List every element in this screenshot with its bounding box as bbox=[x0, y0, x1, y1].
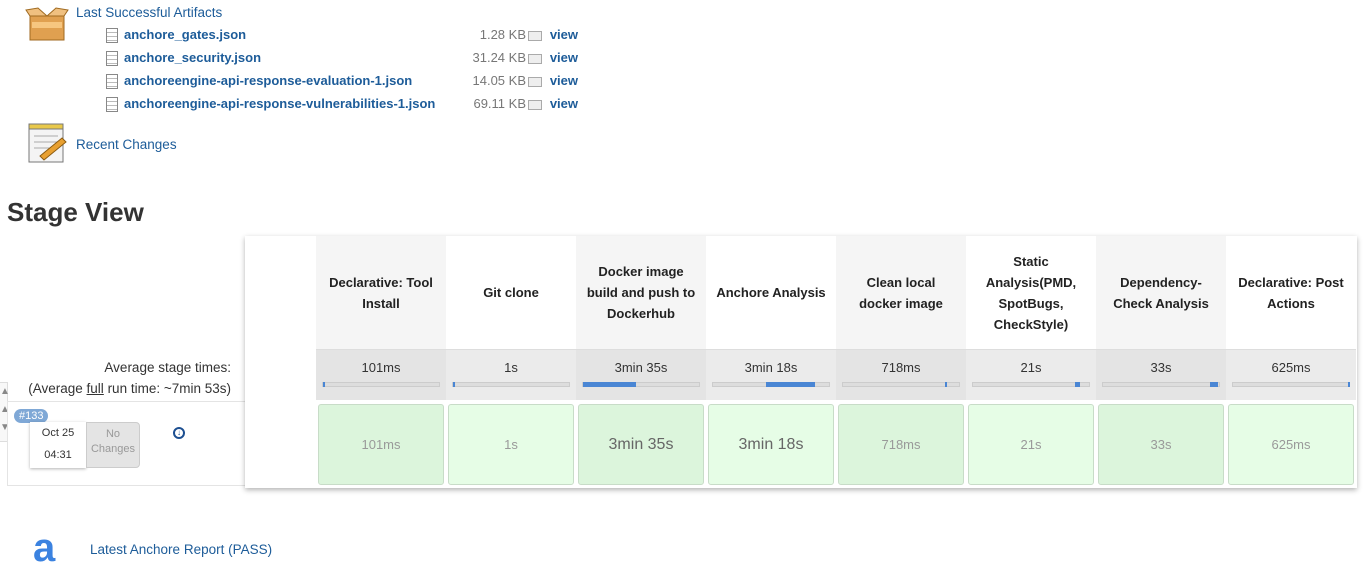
stage-average: 625ms bbox=[1226, 349, 1356, 400]
stage-progress-bar bbox=[1232, 382, 1350, 387]
stage-progress-fill bbox=[1209, 382, 1218, 387]
build-number-badge[interactable]: #133 bbox=[14, 409, 49, 423]
average-full-run-time: (Average full run time: ~7min 53s) bbox=[28, 381, 231, 396]
stage-view-table: Declarative: Tool Install 101ms 101ms Gi… bbox=[245, 236, 1357, 488]
stage-header: Dependency-Check Analysis bbox=[1096, 236, 1226, 349]
artifact-row: anchore_security.json 31.24 KB view bbox=[106, 48, 586, 68]
artifact-link[interactable]: anchoreengine-api-response-vulnerabiliti… bbox=[124, 96, 435, 111]
stage-progress-fill bbox=[945, 382, 948, 387]
avg-suffix: run time: ~7min 53s) bbox=[103, 381, 231, 396]
stage-progress-bar bbox=[452, 382, 570, 387]
last-successful-artifacts-link[interactable]: Last Successful Artifacts bbox=[76, 5, 222, 20]
view-link[interactable]: view bbox=[550, 73, 578, 88]
stage-progress-bar bbox=[972, 382, 1090, 387]
stage-cell[interactable]: 1s bbox=[448, 404, 574, 485]
artifact-link[interactable]: anchoreengine-api-response-evaluation-1.… bbox=[124, 73, 412, 88]
latest-anchore-report-link[interactable]: Latest Anchore Report (PASS) bbox=[90, 542, 272, 557]
full-run-link[interactable]: full bbox=[87, 381, 104, 396]
file-icon bbox=[106, 51, 118, 66]
download-icon[interactable]: ↓ bbox=[173, 427, 185, 439]
stage-average-time: 101ms bbox=[361, 360, 401, 375]
stage-progress-bar bbox=[1102, 382, 1220, 387]
recent-changes-link[interactable]: Recent Changes bbox=[76, 137, 177, 152]
stage-average-time: 1s bbox=[504, 360, 518, 375]
stage-header: Anchore Analysis bbox=[716, 285, 826, 300]
stage-cell[interactable]: 625ms bbox=[1228, 404, 1354, 485]
view-icon[interactable] bbox=[528, 100, 542, 110]
build-date-day: Oct 25 bbox=[41, 427, 75, 439]
file-icon bbox=[106, 28, 118, 43]
stage-progress-bar bbox=[582, 382, 700, 387]
stage-header: Declarative: Tool Install bbox=[316, 236, 446, 349]
stage-average: 1s bbox=[446, 349, 576, 400]
stage-cell[interactable]: 21s bbox=[968, 404, 1094, 485]
view-icon[interactable] bbox=[528, 77, 542, 87]
stage-view-title: Stage View bbox=[7, 197, 144, 227]
artifact-link[interactable]: anchore_security.json bbox=[124, 50, 261, 65]
notepad-icon bbox=[28, 123, 67, 163]
file-icon bbox=[106, 74, 118, 89]
artifact-size: 31.24 KB bbox=[472, 50, 527, 65]
stage-progress-bar bbox=[712, 382, 830, 387]
artifact-row: anchoreengine-api-response-evaluation-1.… bbox=[106, 71, 586, 91]
artifact-row: anchoreengine-api-response-vulnerabiliti… bbox=[106, 94, 586, 114]
stage-cell[interactable]: 718ms bbox=[838, 404, 964, 485]
stage-average: 3min 18s bbox=[706, 349, 836, 400]
stage-average-time: 625ms bbox=[1271, 360, 1311, 375]
scroll-top-icon[interactable]: ▲ bbox=[0, 383, 10, 401]
stage-header: Static Analysis(PMD, SpotBugs, CheckStyl… bbox=[985, 253, 1077, 332]
stage-header: Declarative: Post Actions bbox=[1238, 274, 1344, 311]
build-date-time: 04:31 bbox=[44, 449, 72, 461]
stage-header: Docker image build and push to Dockerhub bbox=[576, 236, 706, 349]
artifact-row: anchore_gates.json 1.28 KB view bbox=[106, 25, 586, 45]
no-changes-label: No Changes bbox=[86, 422, 140, 468]
stage-progress-bar bbox=[842, 382, 960, 387]
view-icon[interactable] bbox=[528, 54, 542, 64]
stage-progress-fill bbox=[1075, 382, 1080, 387]
stage-average-time: 718ms bbox=[881, 360, 921, 375]
view-link[interactable]: view bbox=[550, 50, 578, 65]
stage-cell[interactable]: 3min 35s bbox=[578, 404, 704, 485]
scroll-down-icon[interactable]: ▼ bbox=[0, 419, 10, 437]
file-icon bbox=[106, 97, 118, 112]
stage-average: 101ms bbox=[316, 349, 446, 400]
stage-cell[interactable]: 33s bbox=[1098, 404, 1224, 485]
average-stage-times-label: Average stage times: bbox=[104, 360, 231, 375]
scroll-up-icon[interactable]: ▲ bbox=[0, 401, 10, 419]
anchore-logo-icon: a bbox=[33, 526, 56, 570]
stage-progress-fill bbox=[766, 382, 816, 387]
stage-average-time: 21s bbox=[1020, 360, 1042, 375]
stage-average-time: 3min 18s bbox=[744, 360, 798, 375]
stage-cell[interactable]: 3min 18s bbox=[708, 404, 834, 485]
stage-average: 21s bbox=[966, 349, 1096, 400]
avg-prefix: (Average bbox=[28, 381, 87, 396]
stage-progress-bar bbox=[322, 382, 440, 387]
stage-average: 718ms bbox=[836, 349, 966, 400]
artifact-size: 14.05 KB bbox=[472, 73, 527, 88]
artifact-size: 1.28 KB bbox=[479, 27, 526, 42]
stage-header: Git clone bbox=[483, 285, 539, 300]
artifact-size: 69.11 KB bbox=[473, 96, 526, 111]
stage-progress-fill bbox=[453, 382, 455, 387]
stage-header: Clean local docker image bbox=[836, 236, 966, 349]
stage-progress-fill bbox=[1347, 382, 1350, 387]
build-date: Oct 25 04:31 bbox=[30, 422, 86, 468]
artifacts-box-icon bbox=[25, 7, 69, 41]
stage-average: 3min 35s bbox=[576, 349, 706, 400]
stage-average: 33s bbox=[1096, 349, 1226, 400]
view-link[interactable]: view bbox=[550, 27, 578, 42]
stage-cell[interactable]: 101ms bbox=[318, 404, 444, 485]
stage-average-time: 3min 35s bbox=[614, 360, 668, 375]
view-link[interactable]: view bbox=[550, 96, 578, 111]
view-icon[interactable] bbox=[528, 31, 542, 41]
stage-progress-fill bbox=[583, 382, 637, 387]
stage-average-time: 33s bbox=[1150, 360, 1172, 375]
artifact-link[interactable]: anchore_gates.json bbox=[124, 27, 246, 42]
stage-progress-fill bbox=[323, 382, 325, 387]
